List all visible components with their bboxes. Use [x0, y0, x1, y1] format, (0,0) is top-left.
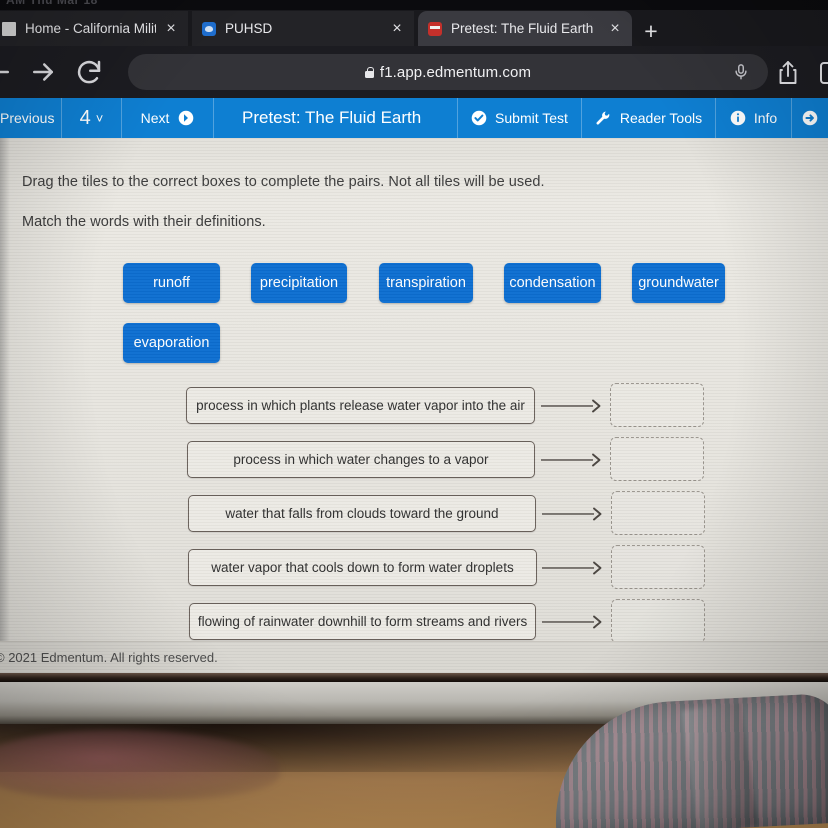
word-tile-evaporation[interactable]: evaporation — [123, 323, 220, 363]
submit-test-label: Submit Test — [495, 110, 568, 126]
right-arrow-icon — [542, 507, 606, 521]
test-title: Pretest: The Fluid Earth — [214, 98, 458, 138]
drop-target[interactable] — [610, 437, 704, 481]
test-title-label: Pretest: The Fluid Earth — [242, 108, 422, 127]
puhsd-shield-icon — [202, 21, 216, 36]
match-row: process in which plants release water va… — [0, 381, 828, 435]
forward-arrow-icon[interactable] — [28, 57, 58, 87]
info-label: Info — [753, 110, 778, 126]
question-page: Drag the tiles to the correct boxes to c… — [0, 138, 828, 673]
check-circle-icon — [471, 110, 487, 126]
reader-tools-button[interactable]: Reader Tools — [582, 98, 716, 138]
drop-target[interactable] — [611, 545, 705, 589]
match-rows: process in which plants release water va… — [0, 381, 828, 651]
reader-tools-label: Reader Tools — [619, 110, 703, 126]
definition-box: water that falls from clouds toward the … — [188, 495, 536, 532]
laptop-screen-edge — [0, 673, 828, 682]
next-circle-arrow-icon — [178, 110, 194, 126]
tab-overview-icon[interactable] — [820, 62, 828, 84]
chevron-down-icon: ˅ — [95, 110, 104, 126]
share-icon[interactable] — [776, 60, 800, 86]
previous-label: Previous — [0, 110, 55, 126]
submit-test-button[interactable]: Submit Test — [458, 98, 582, 138]
new-tab-button[interactable]: + — [638, 19, 664, 45]
browser-toolbar: f1.app.edmentum.com — [0, 46, 828, 98]
back-arrow-icon[interactable] — [0, 57, 14, 87]
close-icon[interactable]: × — [162, 20, 180, 37]
browser-tab-2-title: PUHSD — [225, 21, 273, 36]
browser-tab-3[interactable]: Pretest: The Fluid Earth × — [418, 11, 632, 46]
address-bar[interactable]: f1.app.edmentum.com — [128, 54, 768, 90]
browser-tab-3-title: Pretest: The Fluid Earth — [451, 21, 594, 36]
ios-status-bar: AM Thu Mar 18 — [0, 0, 828, 10]
page-footer: © 2021 Edmentum. All rights reserved. — [0, 641, 828, 673]
lock-icon — [364, 66, 374, 78]
info-circle-icon — [730, 110, 746, 126]
status-bar-text: AM Thu Mar 18 — [6, 0, 98, 7]
right-arrow-icon — [542, 615, 606, 629]
microphone-icon[interactable] — [732, 63, 750, 81]
address-bar-url: f1.app.edmentum.com — [379, 63, 532, 81]
bookmark-strip-icon — [2, 21, 16, 36]
next-label: Next — [140, 110, 170, 126]
right-arrow-icon — [541, 399, 605, 413]
drop-target[interactable] — [611, 491, 705, 535]
definition-box: flowing of rainwater downhill to form st… — [189, 603, 536, 640]
test-toolbar: Previous 4 ˅ Next Pretest: The Fluid Ear… — [0, 98, 828, 138]
definition-box: water vapor that cools down to form wate… — [188, 549, 537, 586]
screen-photo: AM Thu Mar 18 Home - California Militar … — [0, 0, 828, 828]
word-tile-condensation[interactable]: condensation — [504, 263, 601, 303]
word-tile-runoff[interactable]: runoff — [123, 263, 220, 303]
close-icon[interactable]: × — [606, 20, 624, 37]
browser-tab-2[interactable]: PUHSD × — [192, 11, 414, 46]
right-arrow-icon — [541, 453, 605, 467]
drop-target[interactable] — [611, 599, 705, 643]
next-button[interactable]: Next — [122, 98, 214, 138]
drop-target[interactable] — [610, 383, 704, 427]
word-tile-precipitation[interactable]: precipitation — [251, 263, 347, 303]
info-button[interactable]: Info — [716, 98, 792, 138]
match-row: process in which water changes to a vapo… — [0, 435, 828, 489]
copyright-text: © 2021 Edmentum. All rights reserved. — [0, 650, 218, 665]
instruction-line-2: Match the words with their definitions. — [22, 214, 266, 230]
browser-tab-1[interactable]: Home - California Militar × — [0, 11, 188, 46]
right-arrow-icon — [542, 561, 606, 575]
definition-box: process in which water changes to a vapo… — [187, 441, 535, 478]
edmentum-icon — [428, 21, 442, 36]
close-icon[interactable]: × — [388, 20, 406, 37]
match-row: water that falls from clouds toward the … — [0, 489, 828, 543]
match-row: water vapor that cools down to form wate… — [0, 543, 828, 597]
previous-button[interactable]: Previous — [0, 98, 62, 138]
wrench-icon — [595, 110, 611, 126]
exit-button[interactable] — [792, 98, 828, 138]
exit-arrow-icon — [802, 110, 818, 126]
instruction-line-1: Drag the tiles to the correct boxes to c… — [22, 174, 545, 190]
browser-tab-1-title: Home - California Militar — [25, 21, 156, 36]
question-number-selector[interactable]: 4 ˅ — [62, 98, 122, 138]
definition-box: process in which plants release water va… — [186, 387, 535, 424]
browser-tab-bar: Home - California Militar × PUHSD × Pret… — [0, 10, 828, 46]
question-number: 4 — [79, 106, 91, 129]
word-tile-transpiration[interactable]: transpiration — [379, 263, 473, 303]
word-tile-groundwater[interactable]: groundwater — [632, 263, 725, 303]
reload-icon[interactable] — [74, 57, 104, 87]
